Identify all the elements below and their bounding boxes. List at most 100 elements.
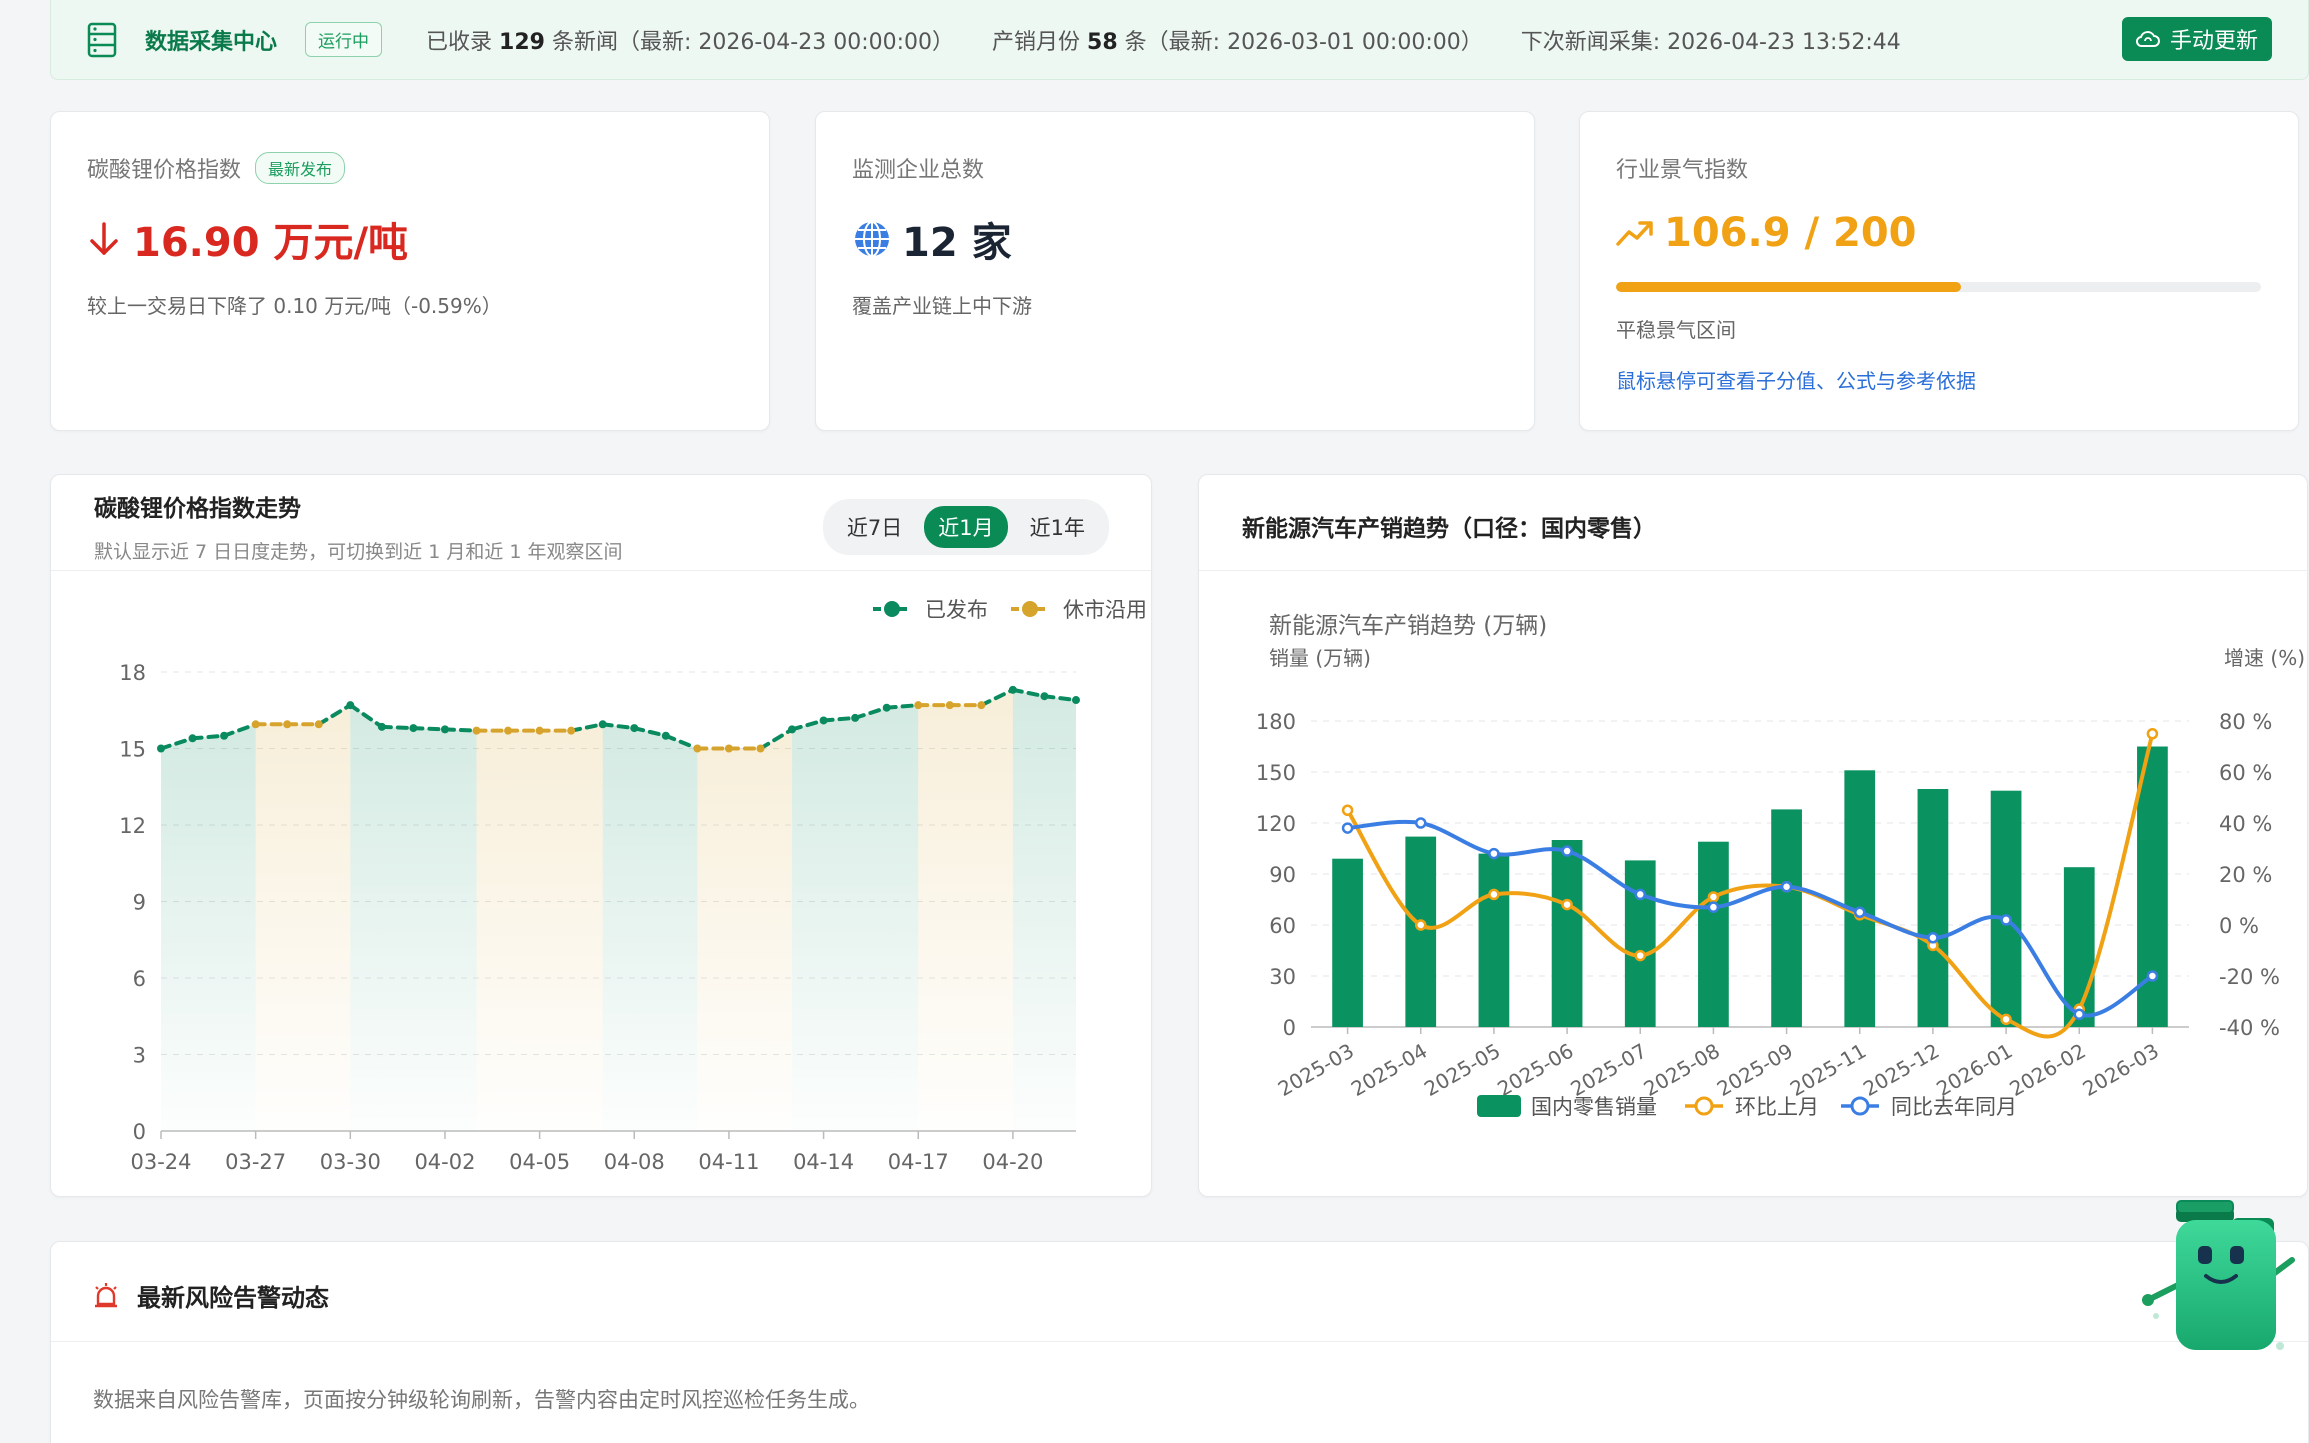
legend-marker xyxy=(1694,1096,1714,1116)
tab-7d[interactable]: 近7日 xyxy=(833,506,916,548)
area-segment xyxy=(255,705,351,1131)
y-right-tick-label: -40 % xyxy=(2219,1016,2280,1040)
manual-refresh-label: 手动更新 xyxy=(2169,29,2258,54)
data-point xyxy=(535,726,544,735)
x-tick-label: 03-27 xyxy=(225,1150,286,1174)
x-tick-label: 04-17 xyxy=(888,1150,949,1174)
price-trend-title: 碳酸锂价格指数走势 xyxy=(94,496,301,522)
series-point xyxy=(1415,919,1427,931)
data-point xyxy=(693,744,702,753)
data-point xyxy=(504,726,513,735)
ev-panel-title: 新能源汽车产销趋势（口径：国内零售） xyxy=(1242,516,1656,542)
x-tick-label: 04-20 xyxy=(982,1150,1043,1174)
production-month-stat: 产销月份 58 条（最新: 2026-03-01 00:00:00） xyxy=(992,29,1483,55)
manual-refresh-button[interactable]: 手动更新 xyxy=(2121,17,2272,61)
risk-panel-title: 最新风险告警动态 xyxy=(137,1284,329,1312)
kpi-label: 监测企业总数 xyxy=(852,158,985,183)
y-tick-label: 9 xyxy=(133,891,146,915)
data-point xyxy=(377,722,386,731)
x-tick-label: 2025-11 xyxy=(1786,1039,1870,1102)
next-collection-stat: 下次新闻采集: 2026-04-23 13:52:44 xyxy=(1520,29,1901,55)
x-tick-label: 2025-06 xyxy=(1493,1039,1577,1102)
series-point xyxy=(1707,891,1720,903)
risk-panel-note: 数据来自风险告警库，页面按分钟级轮询刷新，告警内容由定时风控巡检任务生成。 xyxy=(93,1388,870,1412)
range-switch: 近7日 近1月 近1年 xyxy=(822,499,1109,555)
data-point xyxy=(251,720,260,729)
area-segment xyxy=(697,729,793,1131)
area-segment xyxy=(476,724,603,1131)
price-trend-panel: 碳酸锂价格指数走势 默认显示近 7 日日度走势，可切换到近 1 月和近 1 年观… xyxy=(50,474,1152,1197)
y-left-tick-label: 120 xyxy=(1256,812,1296,836)
y-left-tick-label: 0 xyxy=(1283,1016,1296,1040)
data-point xyxy=(472,726,481,735)
x-tick-label: 2025-09 xyxy=(1713,1039,1797,1102)
series-line xyxy=(1345,733,2155,1039)
data-point xyxy=(440,725,449,734)
arrow-down-icon xyxy=(90,222,118,255)
company-count-card: 监测企业总数 12 家 覆盖产业链上中下游 xyxy=(815,111,1535,431)
data-point xyxy=(788,725,797,734)
y-axis-left-label: 销量 (万辆) xyxy=(1269,646,1371,670)
data-point xyxy=(409,724,418,733)
y-right-tick-label: 20 % xyxy=(2219,863,2272,887)
x-tick-label: 2025-08 xyxy=(1640,1039,1724,1102)
x-tick-label: 04-11 xyxy=(698,1150,759,1174)
data-point xyxy=(756,744,765,753)
tab-1y[interactable]: 近1年 xyxy=(1016,506,1099,548)
series-point xyxy=(1634,949,1646,962)
price-change-text: 较上一交易日下降了 0.10 万元/吨（-0.59%） xyxy=(87,294,502,318)
chart-title: 新能源汽车产销趋势 (万辆) xyxy=(1269,613,1547,639)
cloud-refresh-icon xyxy=(2135,31,2160,47)
series-point xyxy=(1488,888,1500,901)
industry-sentiment-card: 行业景气指数 106.9 / 200 平稳景气区间 鼠标悬停可查看子分值、公式与… xyxy=(1579,111,2299,431)
data-point xyxy=(630,724,639,733)
price-value: 16.90 万元/吨 xyxy=(133,220,409,266)
series-point xyxy=(2000,914,2012,926)
data-point xyxy=(819,716,828,725)
x-tick-label: 04-05 xyxy=(509,1150,570,1174)
trend-up-icon xyxy=(1616,221,1653,246)
legend-marker xyxy=(884,601,900,617)
database-icon xyxy=(87,22,117,57)
legend-label: 国内零售销量 xyxy=(1531,1095,1657,1119)
series-point xyxy=(1341,822,1354,834)
series-line-segment xyxy=(411,726,447,732)
series-point xyxy=(1561,845,1573,857)
y-right-tick-label: 80 % xyxy=(2219,710,2272,734)
series-point xyxy=(1561,898,1573,911)
y-tick-label: 15 xyxy=(119,738,146,762)
x-tick-label: 03-24 xyxy=(130,1150,191,1174)
series-point xyxy=(2146,728,2159,740)
lithium-price-card: 碳酸锂价格指数 最新发布 16.90 万元/吨 较上一交易日下降了 0.10 万元… xyxy=(50,111,770,431)
kpi-label: 行业景气指数 xyxy=(1616,158,1749,183)
data-point xyxy=(283,720,292,729)
assistant-mascot-icon[interactable] xyxy=(2140,1170,2300,1370)
area-segment xyxy=(350,705,477,1131)
legend-label: 休市沿用 xyxy=(1063,598,1147,622)
data-point xyxy=(346,701,355,710)
y-tick-label: 18 xyxy=(119,661,146,685)
tab-1m[interactable]: 近1月 xyxy=(924,506,1008,548)
x-tick-label: 04-14 xyxy=(793,1150,854,1174)
sentiment-progress-bar xyxy=(1616,282,2261,292)
series-point xyxy=(1341,804,1354,816)
company-count-value: 12 家 xyxy=(902,220,1012,266)
series-line xyxy=(1347,819,2154,1018)
status-badge: 运行中 xyxy=(305,22,383,57)
y-left-tick-label: 180 xyxy=(1256,710,1296,734)
data-point xyxy=(1008,685,1017,694)
legend-marker xyxy=(1022,601,1038,617)
data-point xyxy=(1040,692,1049,701)
series-point xyxy=(1634,888,1646,901)
data-point xyxy=(157,744,165,753)
data-point xyxy=(661,731,670,740)
data-point xyxy=(314,720,323,729)
bar xyxy=(1771,809,1802,1027)
data-point xyxy=(188,734,197,743)
y-right-tick-label: 0 % xyxy=(2219,914,2259,938)
sentiment-hover-hint[interactable]: 鼠标悬停可查看子分值、公式与参考依据 xyxy=(1616,365,2262,394)
y-tick-label: 0 xyxy=(133,1120,146,1144)
series-line-segment xyxy=(442,727,479,733)
y-left-tick-label: 150 xyxy=(1256,761,1296,785)
area-segment xyxy=(602,724,698,1131)
